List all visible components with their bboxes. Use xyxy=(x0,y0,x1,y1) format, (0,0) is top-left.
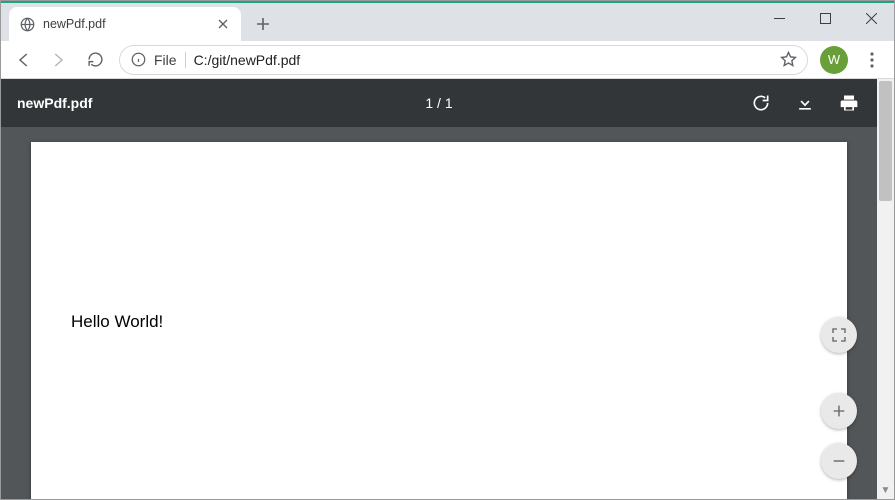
content-area: newPdf.pdf 1 / 1 Hello World! xyxy=(1,79,894,499)
browser-tab[interactable]: newPdf.pdf xyxy=(9,7,241,41)
browser-menu-button[interactable] xyxy=(856,44,888,76)
url-path[interactable]: C:/git/newPdf.pdf xyxy=(194,52,771,68)
reload-button[interactable] xyxy=(79,44,111,76)
forward-button[interactable] xyxy=(43,44,75,76)
pdf-content-text: Hello World! xyxy=(71,312,807,332)
new-tab-button[interactable] xyxy=(249,10,277,38)
navigation-bar: File C:/git/newPdf.pdf W xyxy=(1,41,894,79)
pdf-page-indicator: 1 / 1 xyxy=(425,95,452,111)
download-button[interactable] xyxy=(793,91,817,115)
minimize-button[interactable] xyxy=(756,3,802,33)
window-controls xyxy=(756,3,894,33)
avatar-letter: W xyxy=(828,52,840,67)
maximize-button[interactable] xyxy=(802,3,848,33)
back-button[interactable] xyxy=(7,44,39,76)
pdf-canvas[interactable]: Hello World! xyxy=(1,127,877,499)
zoom-out-button[interactable] xyxy=(821,443,857,479)
globe-icon xyxy=(19,16,35,32)
close-window-button[interactable] xyxy=(848,3,894,33)
zoom-in-button[interactable] xyxy=(821,393,857,429)
address-bar[interactable]: File C:/git/newPdf.pdf xyxy=(119,45,808,75)
pdf-toolbar-actions xyxy=(749,91,861,115)
url-scheme: File xyxy=(154,52,177,68)
pdf-float-controls xyxy=(821,317,857,479)
rotate-button[interactable] xyxy=(749,91,773,115)
tab-title: newPdf.pdf xyxy=(43,17,207,31)
pdf-page-sheet: Hello World! xyxy=(31,142,847,499)
pdf-viewer: newPdf.pdf 1 / 1 Hello World! xyxy=(1,79,877,499)
vertical-scrollbar[interactable]: ▲ ▼ xyxy=(877,79,894,499)
scroll-down-arrow-icon[interactable]: ▼ xyxy=(877,482,894,499)
url-separator xyxy=(185,52,186,68)
close-tab-icon[interactable] xyxy=(215,16,231,32)
scrollbar-thumb[interactable] xyxy=(879,81,892,201)
tab-strip: newPdf.pdf xyxy=(1,3,894,41)
bookmark-star-icon[interactable] xyxy=(779,51,797,69)
print-button[interactable] xyxy=(837,91,861,115)
profile-avatar[interactable]: W xyxy=(820,46,848,74)
pdf-document-title: newPdf.pdf xyxy=(17,95,92,111)
pdf-toolbar: newPdf.pdf 1 / 1 xyxy=(1,79,877,127)
browser-window: newPdf.pdf xyxy=(0,0,895,500)
info-icon[interactable] xyxy=(130,52,146,68)
fit-to-page-button[interactable] xyxy=(821,317,857,353)
